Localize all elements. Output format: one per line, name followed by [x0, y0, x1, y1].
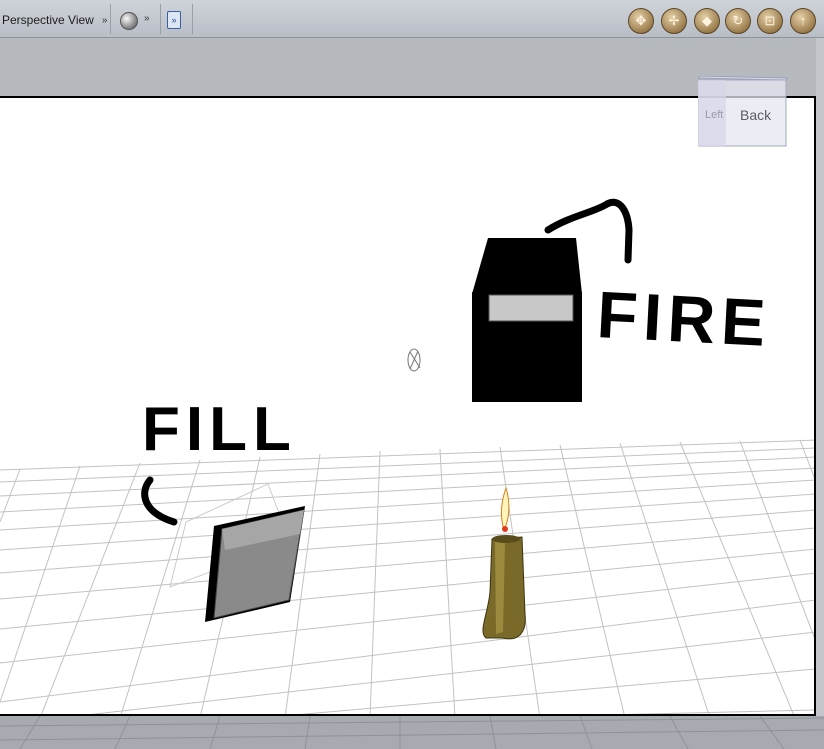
view-cube-face-label[interactable]: Back: [740, 107, 771, 123]
3d-viewport[interactable]: FIRE FILL: [0, 96, 816, 716]
dolly-icon[interactable]: ◆: [694, 8, 720, 34]
chevron-down-icon[interactable]: »: [102, 15, 108, 26]
fill-label: FILL: [142, 395, 297, 464]
light-gizmo-icon: [407, 348, 421, 372]
floor-grid: [0, 439, 814, 714]
orbit-icon[interactable]: ↻: [725, 8, 751, 34]
translate-icon[interactable]: ✢: [661, 8, 687, 34]
toolbar-divider: [160, 4, 161, 34]
scene-render: FIRE FILL: [0, 198, 814, 714]
toolbar-divider: [110, 4, 111, 34]
frame-icon[interactable]: ⊡: [757, 8, 783, 34]
up-arrow-icon[interactable]: ↑: [790, 8, 816, 34]
floor-grid-extension: [0, 715, 824, 749]
floor-grid-bottom: [0, 715, 824, 749]
box-light-object: [472, 238, 582, 402]
display-style-sphere-icon[interactable]: [120, 12, 138, 30]
toolbar-divider: [192, 4, 193, 34]
candle-object: [482, 486, 526, 640]
viewport-toolbar: Perspective View » » » ✥ ✢ ◆ ↻ ⊡ ↑: [0, 0, 824, 38]
rotate-icon[interactable]: ✥: [628, 8, 654, 34]
view-select[interactable]: Perspective View »: [0, 7, 107, 33]
viewport-side-strip: [816, 38, 824, 749]
svg-text:Left: Left: [705, 109, 723, 121]
fill-panel-object: [169, 483, 305, 622]
chevron-down-icon[interactable]: »: [144, 13, 150, 24]
app-window: Perspective View » » » ✥ ✢ ◆ ↻ ⊡ ↑ FIRE …: [0, 0, 824, 749]
view-label: Perspective View: [2, 13, 94, 27]
expand-options-icon[interactable]: »: [167, 11, 181, 29]
fire-label: FIRE: [595, 277, 773, 360]
